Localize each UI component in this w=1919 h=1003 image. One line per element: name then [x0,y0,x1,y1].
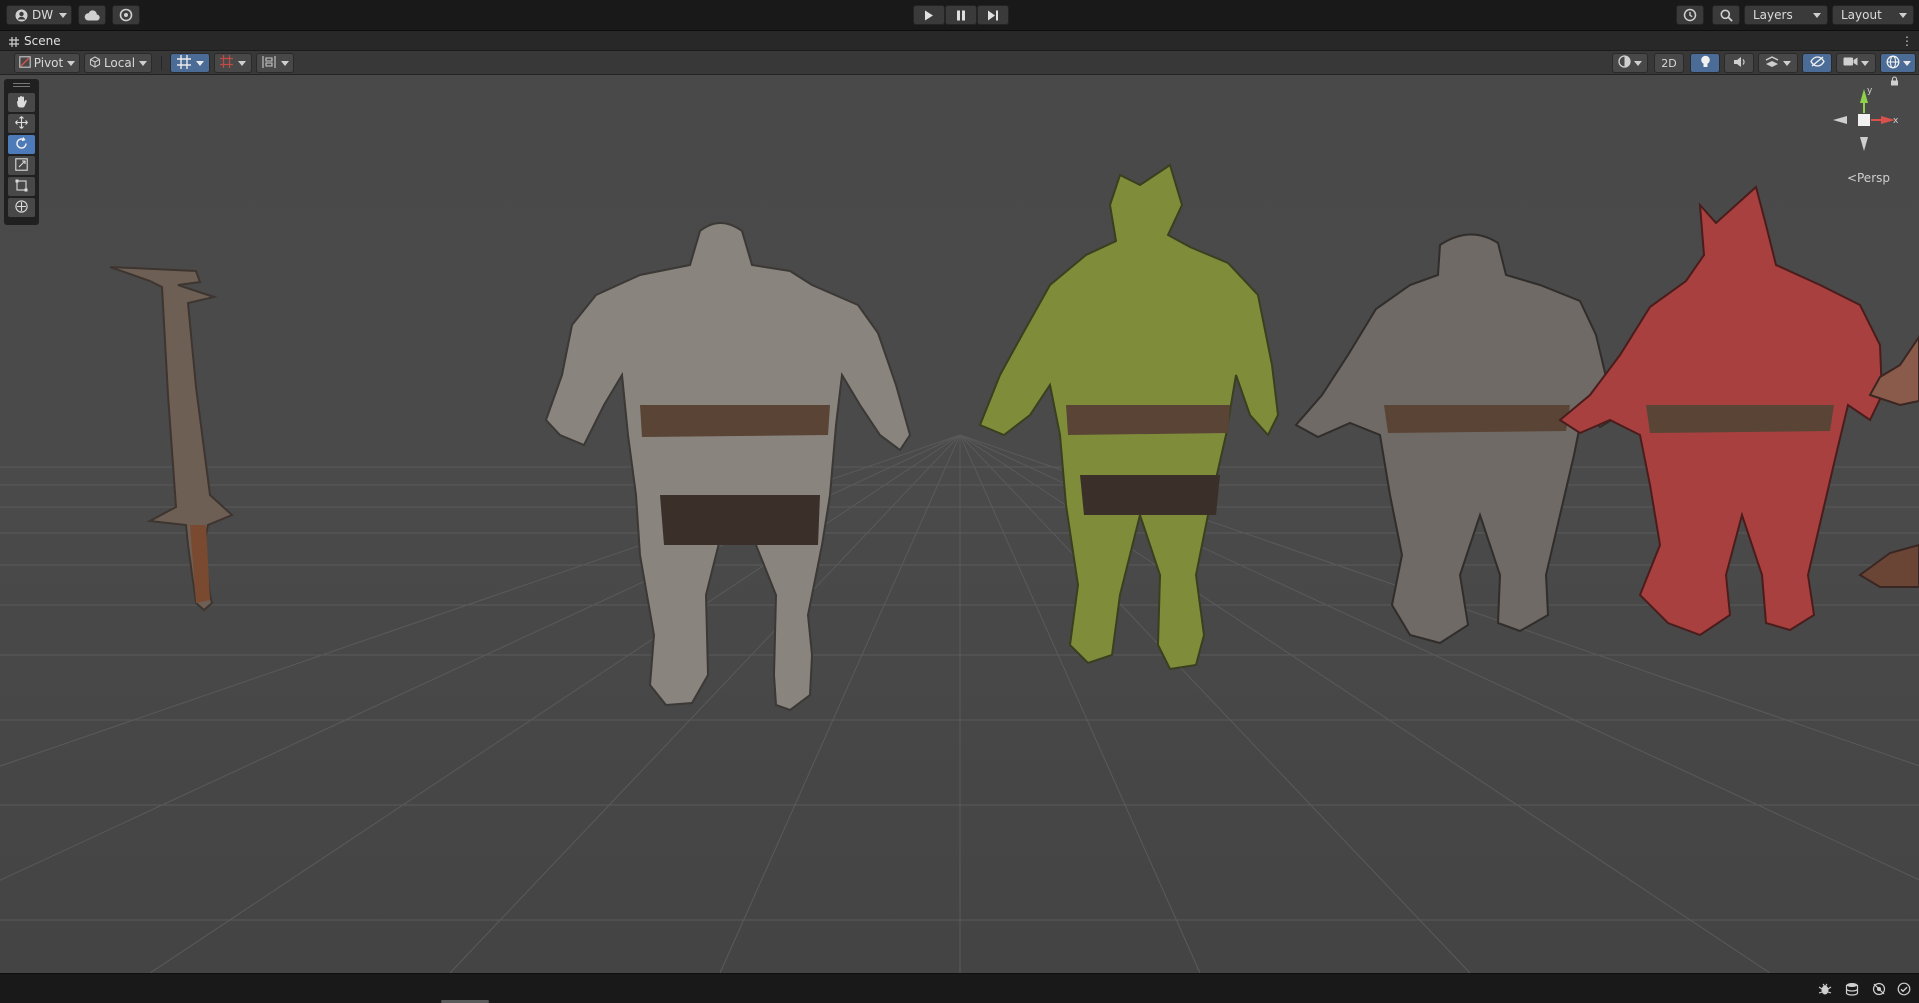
layers-dropdown[interactable]: Layers [1744,5,1828,25]
rect-tool[interactable] [8,177,35,196]
gizmo-y-label: y [1867,86,1873,96]
pause-button[interactable] [945,5,977,25]
history-icon [1683,8,1697,22]
align-icon [261,55,276,71]
projection-label: Persp [1857,171,1890,185]
transform-icon [15,199,28,216]
tab-scene[interactable]: Scene [24,34,61,48]
snap-increment-icon [220,55,233,71]
scale-icon [15,157,28,174]
history-button[interactable] [1676,5,1704,25]
gizmo-x-label: x [1893,116,1899,126]
checkmark-icon[interactable] [1897,982,1911,999]
effects-icon [1765,55,1779,71]
effects-dropdown[interactable] [1758,53,1798,73]
camera-icon [1843,56,1858,70]
shading-sphere-icon [1618,55,1631,71]
collab-icon [119,8,133,22]
cache-server-icon[interactable] [1845,982,1859,999]
cloud-icon [84,9,100,21]
chevron-down-icon [67,60,76,66]
chevron-down-icon [1813,12,1821,18]
layout-dropdown[interactable]: Layout [1832,5,1914,25]
account-icon [15,9,28,22]
grid-snap-toggle[interactable] [170,53,210,73]
cloud-button[interactable] [78,5,106,25]
orientation-gizmo[interactable]: y x [1829,85,1899,155]
lightbulb-icon [1700,55,1711,72]
hidden-eye-icon [1809,56,1825,70]
chevron-down-icon [1861,60,1869,66]
align-dropdown[interactable] [256,53,294,73]
hand-tool[interactable] [8,93,35,112]
chevron-down-icon [280,60,289,66]
debug-bug-icon[interactable] [1818,982,1832,999]
gizmo-globe-icon [1886,55,1900,72]
chevron-down-icon [139,60,148,66]
armored-character-iron[interactable] [1294,233,1622,645]
gizmos-dropdown[interactable] [1880,53,1916,73]
pause-icon [956,10,966,21]
scene-tab-bar: Scene ⋮ [0,31,1919,51]
audio-toggle[interactable] [1724,53,1754,73]
drag-handle[interactable] [13,83,30,84]
2d-label: 2D [1661,56,1677,70]
camera-dropdown[interactable] [1836,53,1876,73]
projection-toggle[interactable]: <Persp [1847,171,1890,185]
chevron-down-icon [1783,60,1791,66]
rotate-icon [15,136,28,153]
scale-tool[interactable] [8,156,35,175]
scene-visibility-toggle[interactable] [1802,53,1832,73]
account-label: DW [32,8,54,22]
chevron-down-icon [1899,12,1907,18]
cube-icon [89,55,101,71]
search-button[interactable] [1712,5,1740,25]
status-bar [0,973,1919,1003]
increment-snap-dropdown[interactable] [214,53,252,73]
layout-label: Layout [1841,8,1882,22]
speaker-icon [1733,56,1746,71]
scene-viewport[interactable]: y x <Persp [0,75,1919,973]
scene-grid-icon [9,36,19,50]
play-button[interactable] [913,5,945,25]
chevron-down-icon [59,12,68,18]
tool-palette [4,79,39,225]
transform-tool[interactable] [8,198,35,217]
draw-mode-dropdown[interactable] [1612,53,1648,73]
armored-character-green[interactable] [978,163,1280,671]
play-icon [924,10,934,21]
main-toolbar: DW Layers Layout [0,0,1919,31]
chevron-down-icon [1902,60,1911,66]
armored-character-steel[interactable] [544,222,912,712]
local-label: Local [103,56,136,70]
scene-toolbar: Pivot Local 2D [0,51,1919,75]
pivot-label: Pivot [33,56,64,70]
scene-objects-layer [109,163,1919,712]
chevron-down-icon [1634,60,1642,66]
network-icon[interactable] [1872,982,1886,999]
tab-menu-icon[interactable]: ⋮ [1901,34,1913,48]
search-icon [1720,9,1733,22]
move-arrows-icon [15,115,28,132]
grid-snap-icon [176,54,191,72]
chevron-down-icon [195,60,204,66]
layers-label: Layers [1753,8,1793,22]
step-icon [987,10,999,21]
pivot-dropdown[interactable]: Pivot [14,53,80,73]
armored-character-red[interactable] [1558,185,1884,637]
chevron-down-icon [238,60,246,66]
weapon-sword[interactable] [109,266,234,612]
rotate-tool[interactable] [8,135,35,154]
rect-transform-icon [15,179,28,195]
pivot-icon [19,55,31,71]
local-dropdown[interactable]: Local [84,53,152,73]
collab-button[interactable] [112,5,140,25]
2d-toggle[interactable]: 2D [1654,53,1684,73]
step-button[interactable] [977,5,1009,25]
chevron-left-icon: < [1846,171,1857,185]
account-dropdown[interactable]: DW [6,5,72,25]
hand-icon [15,95,28,111]
lighting-toggle[interactable] [1690,53,1720,73]
move-tool[interactable] [8,114,35,133]
